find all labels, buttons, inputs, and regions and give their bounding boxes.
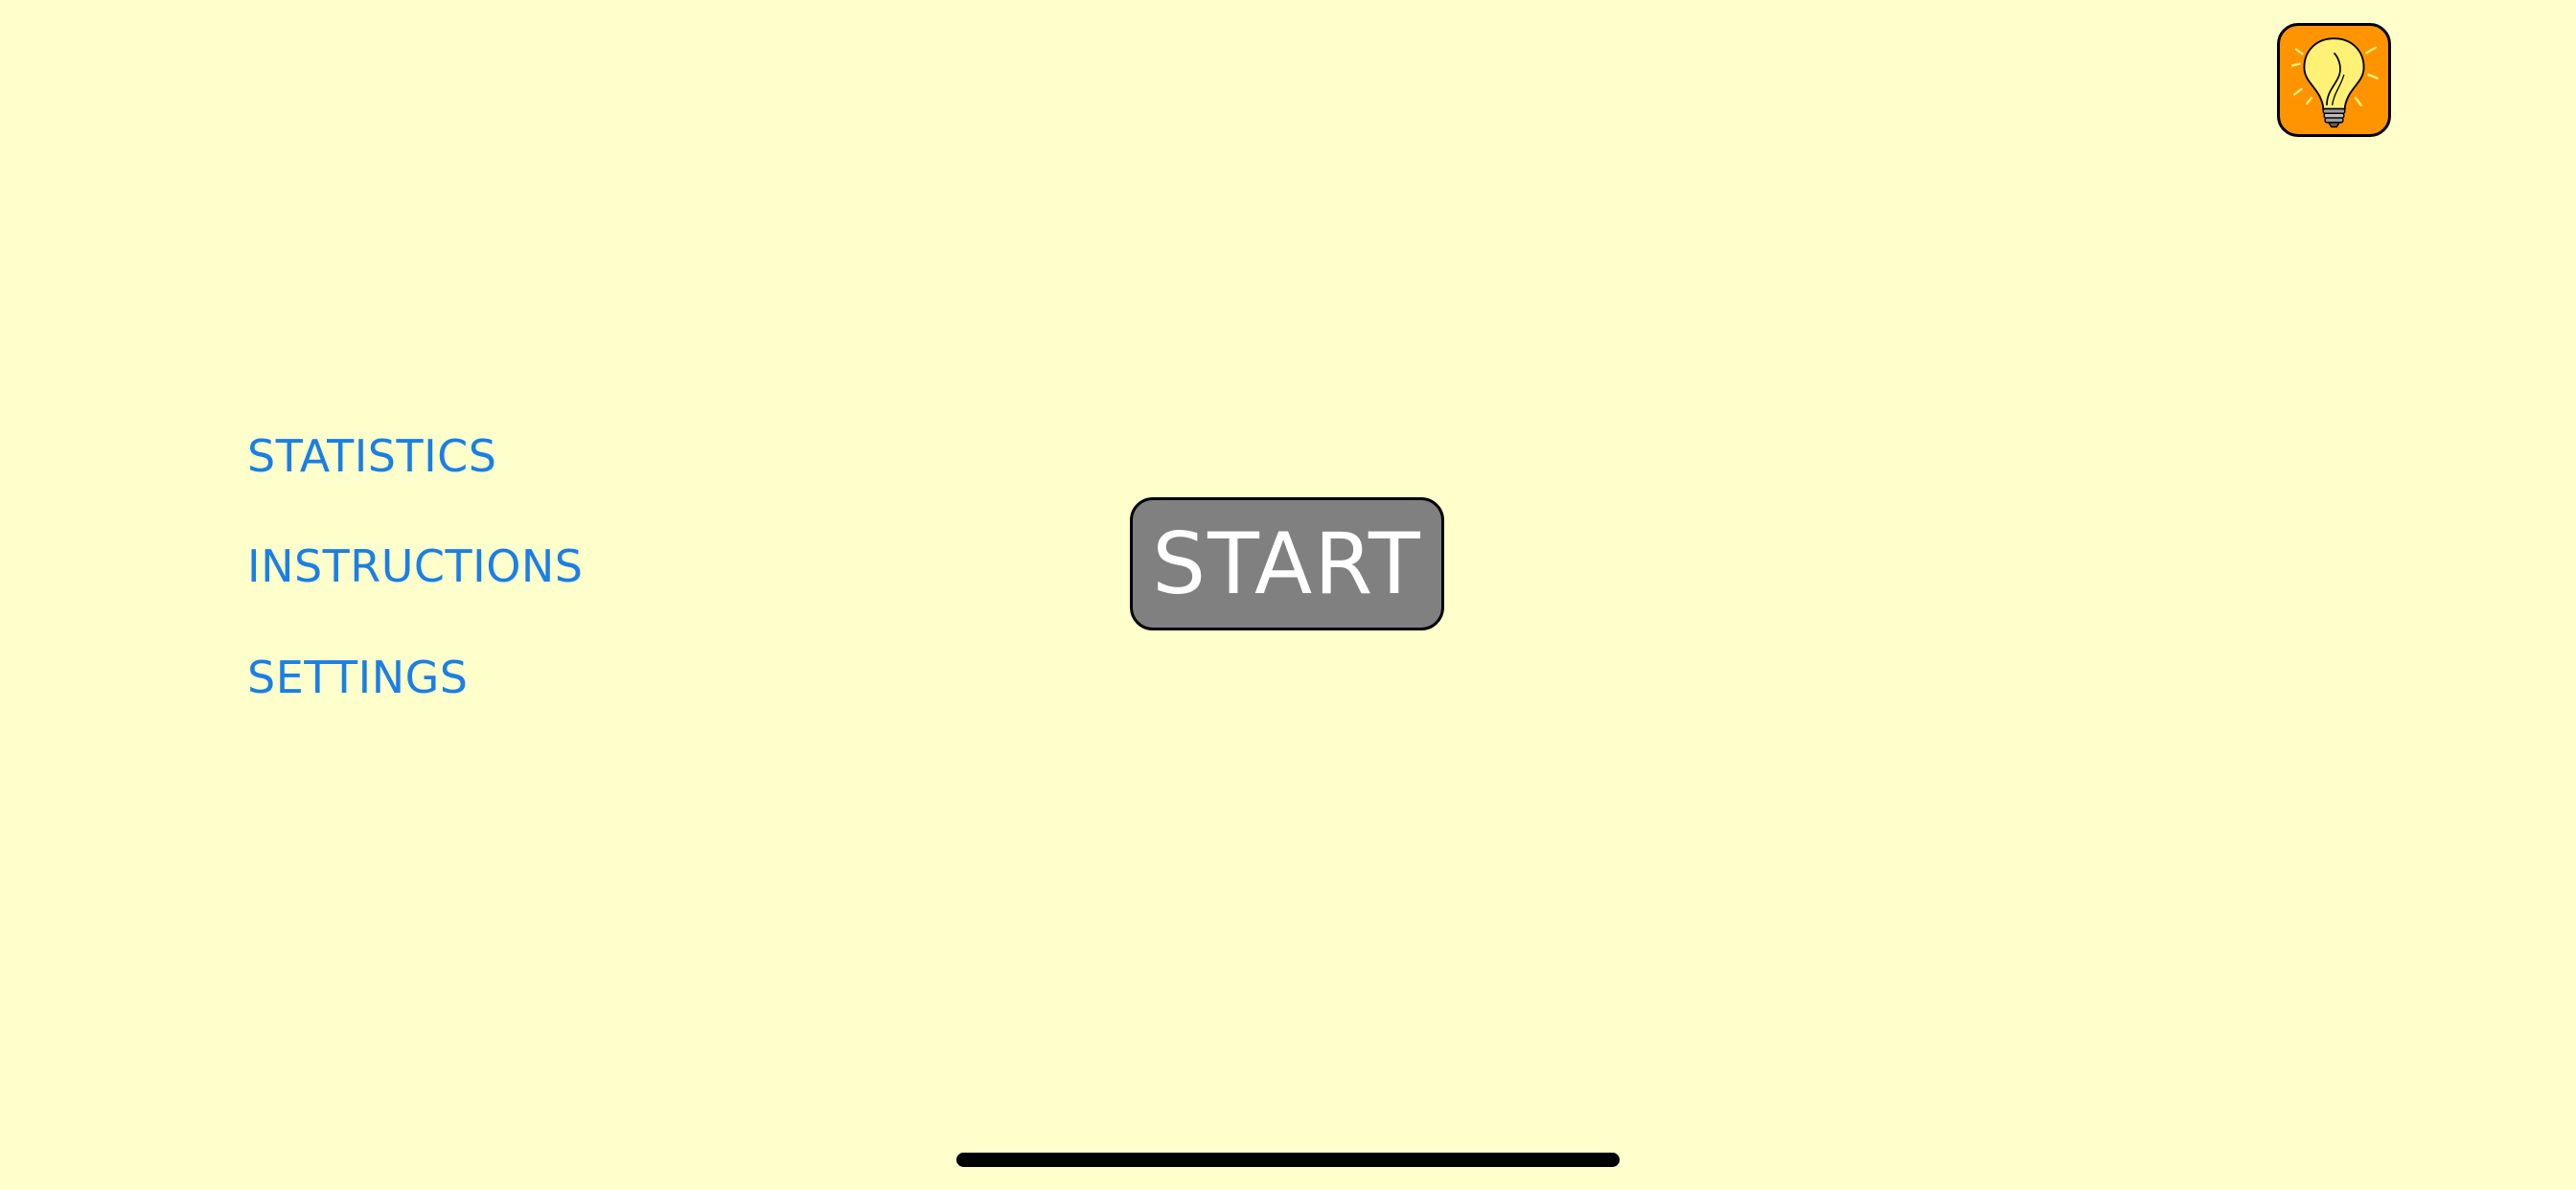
hint-button[interactable] xyxy=(2277,23,2391,137)
statistics-link[interactable]: STATISTICS xyxy=(247,429,496,483)
start-button[interactable]: START xyxy=(1130,497,1444,630)
instructions-link[interactable]: INSTRUCTIONS xyxy=(247,539,584,593)
start-button-label: START xyxy=(1152,514,1422,613)
settings-link[interactable]: SETTINGS xyxy=(247,651,468,704)
main-menu-screen: STATISTICS INSTRUCTIONS SETTINGS START xyxy=(0,0,2576,1190)
lightbulb-icon xyxy=(2291,37,2379,128)
home-indicator[interactable] xyxy=(956,1153,1620,1167)
